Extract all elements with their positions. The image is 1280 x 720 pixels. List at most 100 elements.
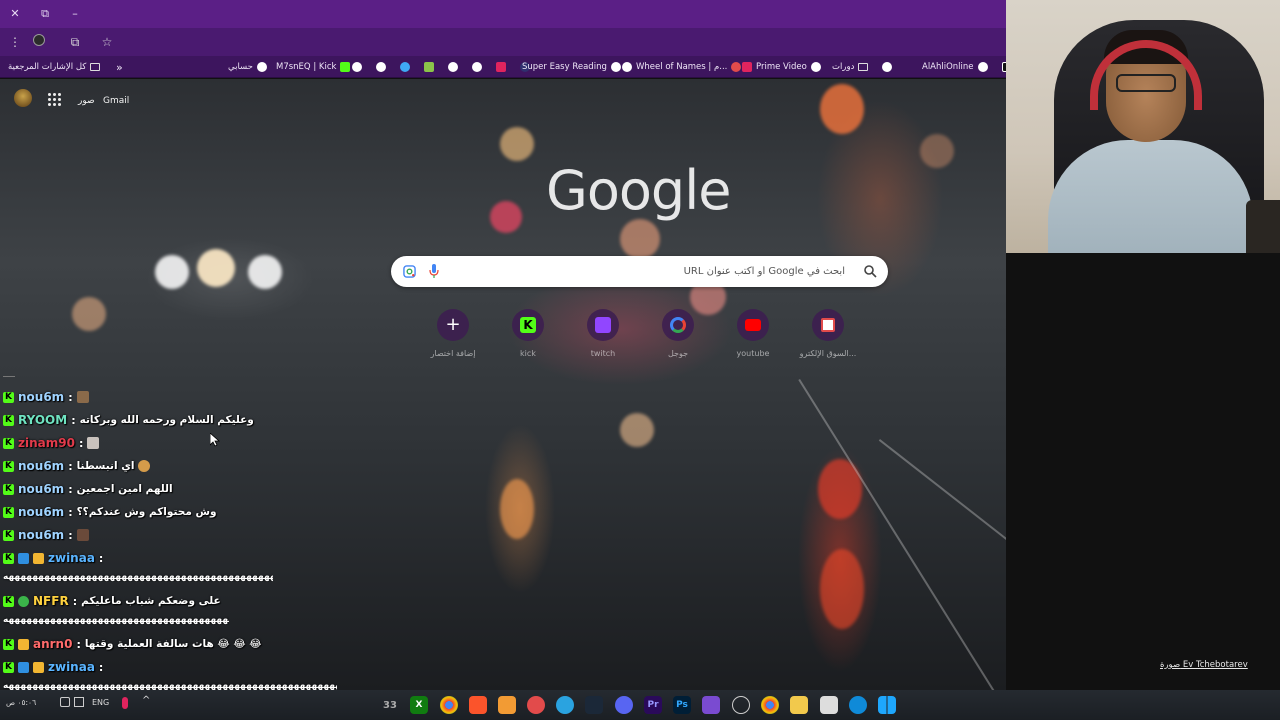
chat-separator: : <box>78 436 84 450</box>
app-icon[interactable] <box>702 696 720 714</box>
shortcut-google[interactable]: جوجل <box>648 309 708 365</box>
site-icon[interactable] <box>400 62 410 72</box>
restore-icon[interactable]: ⧉ <box>36 5 54 23</box>
shortcut-twitch[interactable]: twitch <box>573 309 633 365</box>
chat-divider <box>3 376 15 377</box>
bokeh-light <box>620 413 654 447</box>
chat-username: zwinaa <box>48 660 95 674</box>
gmail-link[interactable]: Gmail <box>103 96 129 106</box>
chat-username: zwinaa <box>48 551 95 565</box>
store-icon <box>812 309 844 341</box>
mic-tray-icon[interactable] <box>122 697 128 709</box>
shortcut-label: إضافة اختصار <box>430 349 476 358</box>
bookmark-item[interactable]: دورات <box>832 59 893 75</box>
images-link[interactable]: صور <box>78 96 95 106</box>
extensions-icon[interactable]: ⧉ <box>66 33 84 51</box>
chrome-icon[interactable] <box>761 696 779 714</box>
tray-chevron-icon[interactable]: ^ <box>142 695 150 706</box>
mic-icon[interactable] <box>429 264 439 279</box>
globe-icon <box>977 62 988 72</box>
network-icon[interactable] <box>74 697 84 707</box>
file-explorer-icon[interactable] <box>790 696 808 714</box>
folder-icon <box>858 63 869 71</box>
bookmark-item[interactable]: Prime Video <box>742 59 821 75</box>
shortcut-kick[interactable]: K kick <box>498 309 558 365</box>
bookmark-item[interactable]: Wheel of Names | م... <box>622 59 742 75</box>
bookmarks-overflow-button[interactable]: » <box>116 59 123 75</box>
menu-kebab-icon[interactable]: ⋮ <box>6 33 24 51</box>
chat-text: هات سالفة العملية وقتها 😂 😂 😂 <box>84 638 262 650</box>
minimize-icon[interactable]: – <box>66 5 84 23</box>
search-box[interactable] <box>391 256 888 287</box>
chat-message: K zinam90 : <box>3 433 100 453</box>
google-logo: Google <box>546 159 731 222</box>
kick-badge-icon: K <box>3 552 14 564</box>
language-indicator[interactable]: ENG <box>92 698 109 707</box>
bookmark-star-icon[interactable]: ☆ <box>98 33 116 51</box>
shortcut-store[interactable]: السوق الإلكترو... <box>798 309 858 365</box>
shortcut-label: جوجل <box>667 349 689 358</box>
weather-icon[interactable]: 33 <box>381 696 399 714</box>
app-icon[interactable] <box>527 696 545 714</box>
telegram-icon[interactable] <box>556 696 574 714</box>
steam-icon[interactable] <box>585 696 603 714</box>
windows-start-icon[interactable] <box>878 696 896 714</box>
chat-username: nou6m <box>18 528 65 542</box>
store-icon[interactable] <box>820 696 838 714</box>
account-avatar[interactable] <box>14 89 32 107</box>
bookmark-item[interactable]: Super Easy Reading <box>522 59 621 75</box>
lens-icon[interactable] <box>403 265 416 278</box>
globe-icon[interactable] <box>448 62 458 72</box>
chrome-icon[interactable] <box>440 696 458 714</box>
streamer-body <box>1048 140 1253 253</box>
close-icon[interactable]: ✕ <box>6 5 24 23</box>
shortcut-add[interactable]: + إضافة اختصار <box>423 309 483 365</box>
apps-grid-icon[interactable] <box>48 93 62 107</box>
xbox-icon[interactable]: X <box>410 696 428 714</box>
edge-icon[interactable] <box>849 696 867 714</box>
app-icon[interactable] <box>498 696 516 714</box>
app-icon[interactable] <box>732 696 750 714</box>
chat-username: nou6m <box>18 390 65 404</box>
kick-icon <box>340 62 351 72</box>
emote-icon <box>76 391 89 403</box>
subscriber-badge-icon <box>18 661 29 673</box>
photoshop-icon[interactable]: Ps <box>673 696 691 714</box>
shortcut-youtube[interactable]: youtube <box>723 309 783 365</box>
discord-icon[interactable] <box>615 696 633 714</box>
chat-separator: : <box>68 482 73 496</box>
bokeh-light <box>500 127 534 161</box>
taskbar: ENG ^ 33 X Pr Ps <box>0 690 1280 720</box>
download-icon[interactable] <box>424 62 434 72</box>
shortcut-label: twitch <box>590 349 616 358</box>
bokeh-light <box>72 297 106 331</box>
acrobat-icon[interactable] <box>496 62 506 72</box>
brave-icon[interactable] <box>469 696 487 714</box>
globe-icon[interactable] <box>472 62 482 72</box>
bookmark-label: M7snEQ | Kick <box>276 62 337 72</box>
bookmark-item[interactable]: حسابي <box>228 59 267 75</box>
bookmark-item[interactable]: AlAhliOnline <box>922 59 1006 75</box>
bokeh-light <box>920 134 954 168</box>
bookmark-item[interactable]: M7snEQ | Kick <box>276 59 351 75</box>
globe-icon <box>810 62 821 72</box>
chat-message: K nou6m : اللهم امين اجمعين <box>3 479 173 499</box>
bokeh-light <box>248 255 282 289</box>
globe-icon[interactable] <box>352 62 362 72</box>
clock[interactable]: ٠٥:٠٦ ص <box>6 698 36 707</box>
bookmark-label: حسابي <box>228 62 253 72</box>
premiere-icon[interactable]: Pr <box>644 696 662 714</box>
kick-badge-icon: K <box>3 595 14 607</box>
all-bookmarks-folder[interactable]: كل الإشارات المرجعية <box>8 59 101 75</box>
shortcut-label: kick <box>520 349 536 358</box>
search-input[interactable] <box>441 256 851 287</box>
chat-message: K RYOOM : وعليكم السلام ورحمه الله وبركا… <box>3 410 254 430</box>
profile-icon[interactable] <box>30 33 48 51</box>
folder-icon <box>90 63 101 71</box>
prime-video-icon <box>742 62 752 72</box>
speaker-icon[interactable] <box>60 697 70 707</box>
photo-credit-link[interactable]: صورة Ev Tchebotarev <box>1160 660 1248 670</box>
globe-icon[interactable] <box>376 62 386 72</box>
webcam-feed <box>1006 0 1280 253</box>
search-icon[interactable] <box>863 264 877 278</box>
